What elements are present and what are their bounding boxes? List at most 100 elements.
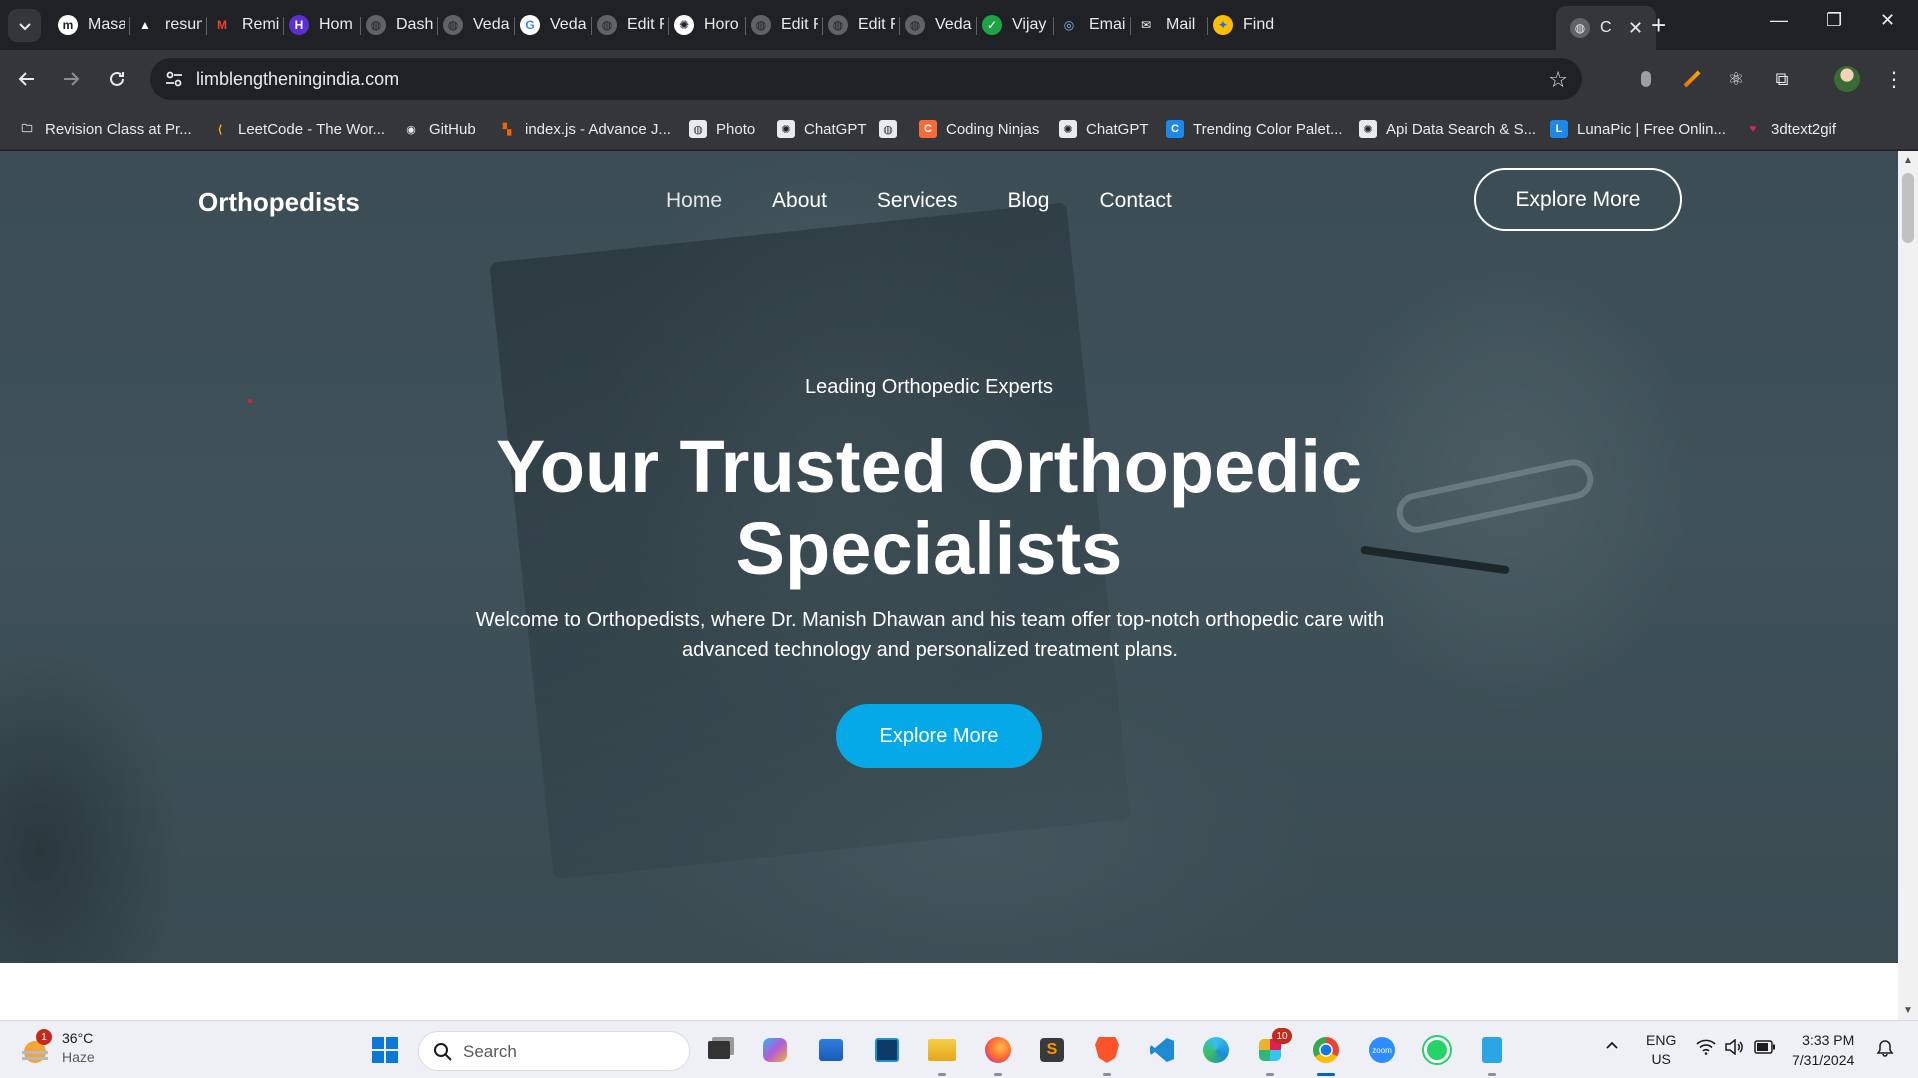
nav-about[interactable]: About xyxy=(772,189,827,213)
tab-active[interactable]: ◍ C ✕ xyxy=(1556,6,1656,50)
chevron-up-icon xyxy=(1606,1041,1618,1049)
globe-icon: ◍ xyxy=(366,15,386,35)
zoom-icon[interactable]: zoom xyxy=(1366,1034,1398,1066)
bookmark-item[interactable]: C Trending Color Palet... xyxy=(1166,118,1343,140)
tab-8[interactable]: ◍ Edit F xyxy=(597,8,664,42)
tab-15[interactable]: ✉ Mail xyxy=(1136,8,1203,42)
site-logo[interactable]: Orthopedists xyxy=(198,187,360,218)
chatgpt-icon: ✺ xyxy=(777,120,795,138)
tab-7[interactable]: G Veda xyxy=(520,8,587,42)
bookmark-item[interactable]: ♥ 3dtext2gif xyxy=(1744,118,1836,140)
chrome-icon[interactable] xyxy=(1310,1034,1342,1066)
tab-label: Edit F xyxy=(858,16,895,33)
restore-button[interactable]: ❐ xyxy=(1826,10,1842,31)
firefox-indicator xyxy=(994,1073,1002,1076)
show-hidden-icons[interactable] xyxy=(1604,1037,1620,1056)
close-window-button[interactable]: ✕ xyxy=(1880,10,1895,31)
nav-blog[interactable]: Blog xyxy=(1007,189,1049,213)
brave-icon[interactable] xyxy=(1091,1034,1123,1066)
tab-4[interactable]: H Hom xyxy=(289,8,356,42)
weather-badge: 1 xyxy=(36,1029,52,1045)
notepad-icon[interactable] xyxy=(1476,1034,1508,1066)
extension-mouse-icon[interactable] xyxy=(1632,65,1660,93)
sticky-app-icon[interactable] xyxy=(871,1034,903,1066)
vscode-icon[interactable] xyxy=(1146,1034,1178,1066)
bookmark-item[interactable]: ⟨ LeetCode - The Wor... xyxy=(211,118,385,140)
scroll-up-icon[interactable]: ▲ xyxy=(1903,155,1913,166)
battery-icon[interactable] xyxy=(1754,1040,1776,1057)
file-explorer-icon[interactable] xyxy=(926,1034,958,1066)
tab-1[interactable]: m Masa xyxy=(58,8,125,42)
new-tab-button[interactable]: + xyxy=(1651,12,1666,38)
extensions-puzzle-icon[interactable]: ⧉ xyxy=(1768,65,1796,93)
whatsapp-icon[interactable] xyxy=(1421,1034,1453,1066)
globe-icon: ◍ xyxy=(689,120,707,138)
nav-home[interactable]: Home xyxy=(666,189,722,213)
tab-12[interactable]: ◍ Veda xyxy=(905,8,972,42)
address-bar[interactable]: limblengtheningindia.com ☆ xyxy=(150,58,1582,100)
hero-explore-more-button[interactable]: Explore More xyxy=(836,704,1042,768)
bookmark-item[interactable]: ▚ index.js - Advance J... xyxy=(498,118,671,140)
close-icon[interactable]: ✕ xyxy=(1628,18,1643,39)
tab-14[interactable]: ◎ Email xyxy=(1059,8,1126,42)
tab-10[interactable]: ◍ Edit F xyxy=(751,8,818,42)
tab-label: Veda xyxy=(935,16,972,33)
extension-pen-icon[interactable] xyxy=(1678,65,1706,93)
tab-2[interactable]: ▲ resum xyxy=(135,8,202,42)
page-scrollbar[interactable]: ▲ ▼ xyxy=(1898,151,1918,1020)
bookmark-item[interactable]: ✺ ChatGPT xyxy=(1059,118,1149,140)
sublime-text-icon[interactable]: S xyxy=(1036,1034,1068,1066)
wifi-icon[interactable] xyxy=(1696,1039,1716,1058)
slack-icon[interactable]: 10 xyxy=(1254,1028,1292,1066)
bookmark-star-icon[interactable]: ☆ xyxy=(1548,67,1568,93)
start-button[interactable] xyxy=(369,1034,401,1066)
nav-services[interactable]: Services xyxy=(877,189,958,213)
bookmark-item[interactable]: ◍ Photo xyxy=(689,118,755,140)
hero-eyebrow: Leading Orthopedic Experts xyxy=(805,376,1053,398)
tab-search-button[interactable] xyxy=(8,9,41,42)
tab-11[interactable]: ◍ Edit F xyxy=(828,8,895,42)
scrollbar-thumb[interactable] xyxy=(1902,173,1914,243)
tab-3[interactable]: M Remi xyxy=(212,8,279,42)
edge-icon[interactable] xyxy=(1200,1034,1232,1066)
nav-explore-more-button[interactable]: Explore More xyxy=(1474,168,1682,231)
tab-13[interactable]: ✓ Vijay xyxy=(982,8,1049,42)
language-indicator[interactable]: ENG US xyxy=(1646,1031,1676,1069)
tab-label: Masa xyxy=(88,16,125,33)
tab-9[interactable]: ✺ Horo xyxy=(674,8,741,42)
page-viewport: Orthopedists Home About Services Blog Co… xyxy=(0,151,1898,1020)
tab-5[interactable]: ◍ Dash xyxy=(366,8,433,42)
extension-react-icon[interactable]: ⚛ xyxy=(1722,65,1750,93)
menu-kebab-icon[interactable]: ⋮ xyxy=(1880,65,1908,93)
tab-16[interactable]: ✦ Find xyxy=(1213,8,1280,42)
nav-contact[interactable]: Contact xyxy=(1099,189,1171,213)
site-info-icon[interactable] xyxy=(164,69,184,89)
file-explorer-indicator xyxy=(938,1073,946,1076)
forward-button[interactable] xyxy=(56,64,86,94)
volume-icon[interactable] xyxy=(1724,1038,1744,1058)
copilot-icon[interactable] xyxy=(759,1034,791,1066)
minimize-button[interactable]: — xyxy=(1770,10,1788,31)
bookmark-item[interactable]: L LunaPic | Free Onlin... xyxy=(1550,118,1726,140)
h-icon: H xyxy=(289,15,309,35)
tab-label: Email xyxy=(1089,16,1126,33)
firefox-icon[interactable] xyxy=(982,1034,1014,1066)
bookmark-item[interactable]: 🗀 Revision Class at Pr... xyxy=(18,118,192,140)
bookmark-item[interactable]: ✺ Api Data Search & S... xyxy=(1359,118,1536,140)
system-clock[interactable]: 3:33 PM 7/31/2024 xyxy=(1792,1030,1854,1070)
weather-widget[interactable]: 1 36°C Haze xyxy=(22,1029,95,1067)
bookmark-item[interactable]: C Coding Ninjas xyxy=(919,118,1039,140)
reload-button[interactable] xyxy=(102,64,132,94)
task-view-icon[interactable] xyxy=(703,1034,735,1066)
bookmark-item[interactable]: ◍ xyxy=(879,118,906,140)
notifications-icon[interactable] xyxy=(1876,1039,1894,1060)
back-button[interactable] xyxy=(12,64,42,94)
tab-6[interactable]: ◍ Veda xyxy=(443,8,510,42)
scroll-down-icon[interactable]: ▼ xyxy=(1903,1005,1913,1016)
bookmark-item[interactable]: ✺ ChatGPT xyxy=(777,118,867,140)
bookmark-item[interactable]: ◉ GitHub xyxy=(402,118,476,140)
taskbar-search[interactable]: Search xyxy=(418,1031,690,1071)
bookmark-label: ChatGPT xyxy=(1086,120,1149,138)
profile-avatar[interactable] xyxy=(1833,65,1861,93)
store-icon[interactable] xyxy=(815,1034,847,1066)
